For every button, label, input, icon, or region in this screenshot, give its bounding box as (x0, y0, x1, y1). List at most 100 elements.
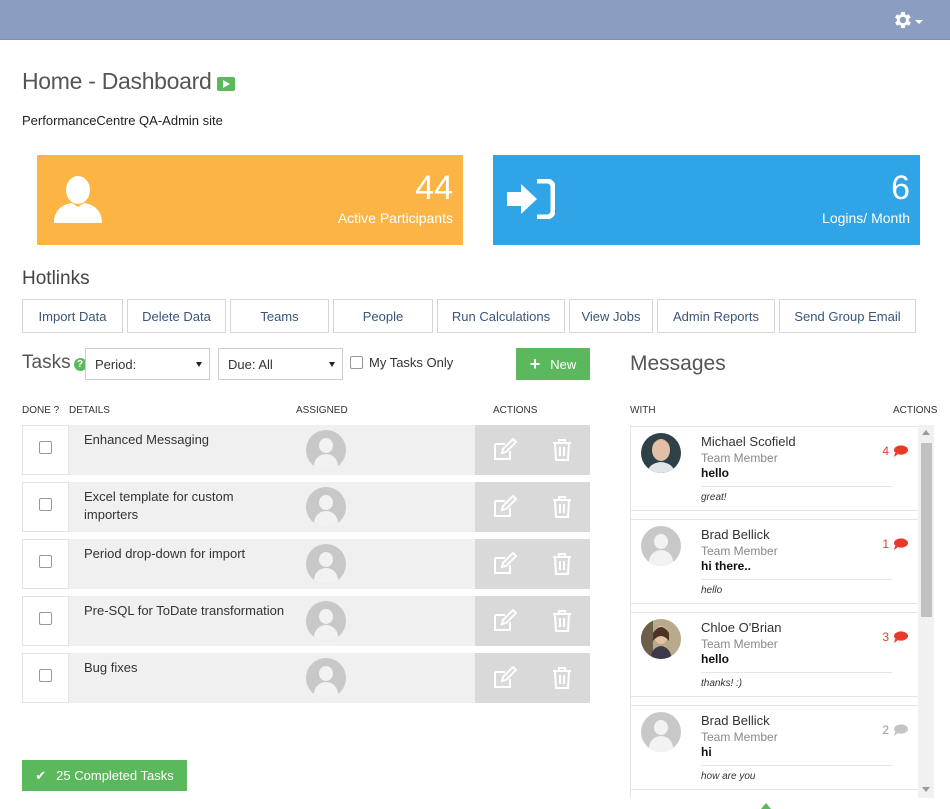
avatar (641, 619, 681, 659)
edit-icon[interactable] (492, 609, 518, 633)
due-select-value: Due: All (228, 356, 273, 372)
assignee-avatar (306, 658, 346, 698)
task-details-cell: Enhanced Messaging (69, 425, 475, 475)
hotlink-run-calculations[interactable]: Run Calculations (437, 299, 565, 333)
edit-icon[interactable] (492, 552, 518, 576)
page-title: Home - Dashboard (22, 68, 235, 95)
trash-icon[interactable] (552, 609, 572, 633)
task-actions-cell (475, 482, 590, 532)
edit-icon[interactable] (492, 495, 518, 519)
divider (701, 579, 892, 580)
task-done-checkbox[interactable] (39, 555, 52, 568)
trash-icon[interactable] (552, 495, 572, 519)
hotlink-admin-reports[interactable]: Admin Reports (657, 299, 775, 333)
task-details[interactable]: Pre-SQL for ToDate transformation (84, 602, 294, 620)
play-icon[interactable] (216, 76, 235, 91)
my-tasks-only-label: My Tasks Only (369, 355, 454, 370)
new-task-label: New (550, 356, 577, 372)
completed-tasks-button[interactable]: ✔ 25 Completed Tasks (22, 760, 187, 791)
task-done-cell (22, 653, 69, 703)
task-details[interactable]: Period drop-down for import (84, 545, 264, 563)
message-sender: Brad Bellick (701, 527, 770, 542)
trash-icon[interactable] (552, 438, 572, 462)
logins-month-stat[interactable]: 6 Logins/ Month (493, 155, 920, 245)
caret-down-icon (196, 362, 202, 367)
page-title-text: Home - Dashboard (22, 68, 212, 94)
active-participants-stat[interactable]: 44 Active Participants (37, 155, 463, 245)
message-preview: hello (701, 585, 723, 596)
message-item[interactable]: Michael Scofield Team Member hello great… (631, 426, 918, 511)
stat-label: Active Participants (337, 210, 453, 226)
task-actions-cell (475, 596, 590, 646)
hotlink-people[interactable]: People (333, 299, 433, 333)
message-item[interactable]: Brad Bellick Team Member hi there.. hell… (631, 519, 918, 604)
task-details-cell: Period drop-down for import (69, 539, 475, 589)
trash-icon[interactable] (552, 552, 572, 576)
edit-icon[interactable] (492, 666, 518, 690)
divider (701, 672, 892, 673)
message-count[interactable]: 1 (882, 537, 908, 551)
trash-icon[interactable] (552, 666, 572, 690)
task-done-cell (22, 425, 69, 475)
stat-label: Logins/ Month (822, 210, 910, 226)
hotlink-delete-data[interactable]: Delete Data (127, 299, 226, 333)
hotlinks-title: Hotlinks (22, 268, 90, 289)
message-role: Team Member (701, 451, 778, 465)
sign-in-icon (507, 179, 555, 219)
check-icon: ✔ (35, 767, 47, 783)
hotlink-view-jobs[interactable]: View Jobs (569, 299, 653, 333)
message-count[interactable]: 2 (882, 723, 908, 737)
message-subject: hello (701, 466, 730, 480)
task-row: Enhanced Messaging (22, 425, 590, 475)
settings-menu[interactable] (891, 8, 927, 32)
my-tasks-only-toggle[interactable]: My Tasks Only (350, 355, 453, 370)
message-subject: hi (701, 745, 712, 759)
caret-down-icon (329, 362, 335, 367)
task-details[interactable]: Enhanced Messaging (84, 431, 264, 449)
hotlink-teams[interactable]: Teams (230, 299, 329, 333)
plus-icon: + (529, 354, 541, 374)
message-sender: Michael Scofield (701, 434, 796, 449)
task-actions-cell (475, 425, 590, 475)
message-item[interactable]: Brad Bellick Team Member hi how are you … (631, 705, 918, 790)
avatar (641, 526, 681, 566)
new-task-button[interactable]: + New (516, 348, 590, 380)
divider (701, 486, 892, 487)
message-item[interactable]: Chloe O'Brian Team Member hello thanks! … (631, 612, 918, 697)
arrow-up-icon (761, 803, 771, 809)
column-assigned: ASSIGNED (296, 405, 348, 416)
task-details-cell: Pre-SQL for ToDate transformation (69, 596, 475, 646)
messages-scrollbar[interactable] (918, 425, 934, 798)
period-select[interactable]: Period: (85, 348, 210, 380)
message-count[interactable]: 3 (882, 630, 908, 644)
task-details-cell: Excel template for custom importers (69, 482, 475, 532)
assignee-avatar (306, 601, 346, 641)
messages-title: Messages (630, 352, 726, 375)
hotlink-import-data[interactable]: Import Data (22, 299, 123, 333)
messages-list: Michael Scofield Team Member hello great… (630, 425, 918, 798)
task-done-checkbox[interactable] (39, 498, 52, 511)
task-done-cell (22, 482, 69, 532)
task-actions-cell (475, 653, 590, 703)
scroll-down-icon[interactable] (922, 787, 930, 792)
task-details[interactable]: Excel template for custom importers (84, 488, 264, 524)
message-role: Team Member (701, 730, 778, 744)
edit-icon[interactable] (492, 438, 518, 462)
gear-icon (895, 11, 911, 29)
due-select[interactable]: Due: All (218, 348, 343, 380)
my-tasks-only-checkbox[interactable] (350, 356, 363, 369)
task-details[interactable]: Bug fixes (84, 659, 264, 677)
message-count-value: 4 (882, 444, 889, 458)
task-done-checkbox[interactable] (39, 612, 52, 625)
scroll-up-icon[interactable] (922, 430, 930, 435)
task-done-checkbox[interactable] (39, 669, 52, 682)
message-subject: hello (701, 652, 730, 666)
hotlink-send-group-email[interactable]: Send Group Email (779, 299, 916, 333)
task-done-checkbox[interactable] (39, 441, 52, 454)
comment-icon (894, 631, 908, 643)
column-done: DONE ? (22, 405, 60, 416)
message-count[interactable]: 4 (882, 444, 908, 458)
assignee-avatar (306, 544, 346, 584)
task-row: Pre-SQL for ToDate transformation (22, 596, 590, 646)
scroll-thumb[interactable] (921, 443, 932, 617)
